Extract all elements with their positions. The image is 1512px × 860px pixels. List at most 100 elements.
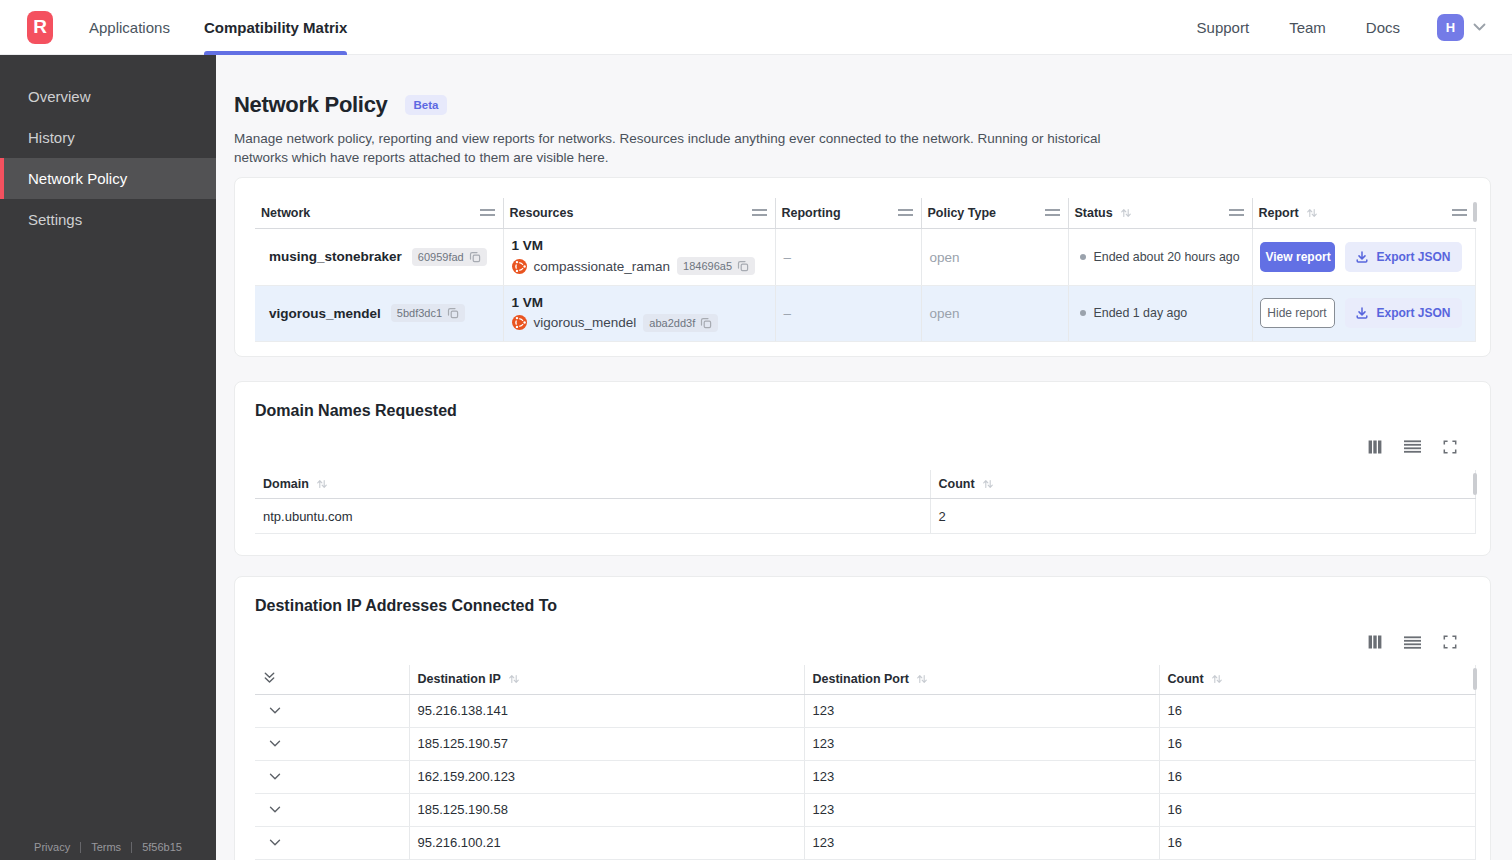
main-nav: Applications Compatibility Matrix [89, 0, 381, 55]
topbar: R Applications Compatibility Matrix Supp… [0, 0, 1512, 55]
col-header-destination-port[interactable]: Destination Port [804, 665, 1159, 694]
destination-row: 95.216.100.21 123 16 [255, 826, 1475, 859]
network-id-badge: 5bdf3dc1 [391, 304, 465, 322]
sidebar-item-settings[interactable]: Settings [0, 199, 216, 240]
sort-icon[interactable] [1211, 673, 1223, 685]
col-header-domain[interactable]: Domain [255, 470, 930, 499]
col-label: Domain [263, 477, 309, 491]
copy-icon[interactable] [700, 317, 712, 329]
beta-badge: Beta [405, 95, 448, 115]
col-header-expand-all[interactable] [255, 665, 409, 694]
row-expand-chevron-icon[interactable] [263, 707, 401, 715]
row-density-icon[interactable] [1404, 440, 1421, 453]
network-id: 60959fad [418, 251, 464, 263]
page-title: Network Policy [234, 92, 388, 118]
avatar[interactable]: H [1437, 14, 1464, 41]
col-header-count[interactable]: Count [930, 470, 1475, 499]
scrollbar-thumb[interactable] [1473, 473, 1477, 495]
fullscreen-icon[interactable] [1443, 440, 1457, 454]
sidebar: Overview History Network Policy Settings… [0, 55, 216, 860]
row-expand-chevron-icon[interactable] [263, 740, 401, 748]
domain-value: ntp.ubuntu.com [255, 499, 930, 534]
col-label: Network [261, 206, 310, 220]
sidebar-footer: Privacy Terms 5f56b15 [0, 841, 216, 853]
network-id-badge: 60959fad [412, 248, 487, 266]
export-json-button[interactable]: Export JSON [1345, 298, 1462, 328]
copy-icon[interactable] [447, 307, 459, 319]
sort-icon[interactable] [1306, 207, 1318, 219]
network-name: musing_stonebraker [269, 249, 402, 264]
sort-icon[interactable] [508, 673, 520, 685]
col-header-destination-ip[interactable]: Destination IP [409, 665, 804, 694]
nav-support[interactable]: Support [1197, 19, 1250, 36]
terms-link[interactable]: Terms [91, 841, 121, 853]
columns-icon[interactable] [1368, 440, 1382, 454]
sort-icon[interactable] [916, 673, 928, 685]
hide-report-button[interactable]: Hide report [1260, 298, 1335, 328]
sidebar-item-history[interactable]: History [0, 117, 216, 158]
column-drag-handle-icon[interactable] [1452, 209, 1467, 216]
network-row-selected[interactable]: vigorous_mendel5bdf3dc1 1 VMvigorous_men… [255, 285, 1475, 341]
destination-ip-value: 162.159.200.123 [409, 760, 804, 793]
col-header-report[interactable]: Report [1252, 198, 1475, 228]
col-label: Count [1168, 672, 1204, 686]
destination-port-value: 123 [804, 727, 1159, 760]
nav-team[interactable]: Team [1289, 19, 1326, 36]
nav-compatibility-matrix[interactable]: Compatibility Matrix [204, 0, 347, 55]
double-chevron-down-icon[interactable] [263, 670, 276, 689]
network-name: vigorous_mendel [269, 306, 381, 321]
nav-applications[interactable]: Applications [89, 0, 170, 55]
sort-icon[interactable] [1120, 207, 1132, 219]
copy-icon[interactable] [737, 260, 749, 272]
logo-letter: R [33, 16, 47, 38]
resource-id: 184696a5 [683, 260, 732, 272]
fullscreen-icon[interactable] [1443, 635, 1457, 649]
count-value: 16 [1159, 760, 1475, 793]
chevron-down-icon[interactable] [1473, 23, 1486, 31]
copy-icon[interactable] [469, 251, 481, 263]
sidebar-item-overview[interactable]: Overview [0, 76, 216, 117]
column-drag-handle-icon[interactable] [480, 209, 495, 216]
view-report-button[interactable]: View report [1260, 242, 1335, 272]
col-label: Destination IP [418, 672, 501, 686]
row-expand-chevron-icon[interactable] [263, 806, 401, 814]
export-json-button[interactable]: Export JSON [1345, 242, 1462, 272]
row-density-icon[interactable] [1404, 636, 1421, 649]
destination-ip-value: 95.216.138.141 [409, 694, 804, 727]
app-logo[interactable]: R [27, 11, 53, 44]
col-label: Status [1075, 206, 1113, 220]
scrollbar-thumb[interactable] [1473, 202, 1477, 222]
ubuntu-icon [512, 259, 527, 274]
col-label: Policy Type [928, 206, 997, 220]
column-drag-handle-icon[interactable] [752, 209, 767, 216]
scrollbar-thumb[interactable] [1473, 668, 1477, 690]
row-expand-chevron-icon[interactable] [263, 773, 401, 781]
destination-ip-value: 185.125.190.57 [409, 727, 804, 760]
col-header-count[interactable]: Count [1159, 665, 1475, 694]
sort-icon[interactable] [982, 478, 994, 490]
download-icon [1355, 306, 1369, 320]
export-label: Export JSON [1377, 250, 1451, 264]
column-drag-handle-icon[interactable] [1229, 209, 1244, 216]
nav-docs[interactable]: Docs [1366, 19, 1400, 36]
sort-icon[interactable] [316, 478, 328, 490]
count-value: 16 [1159, 826, 1475, 859]
columns-icon[interactable] [1368, 635, 1382, 649]
ubuntu-icon [512, 315, 527, 330]
privacy-link[interactable]: Privacy [34, 841, 70, 853]
col-header-status[interactable]: Status [1068, 198, 1252, 228]
column-drag-handle-icon[interactable] [898, 209, 913, 216]
column-drag-handle-icon[interactable] [1045, 209, 1060, 216]
domain-names-card: Domain Names Requested Domain Count ntp.… [234, 381, 1491, 557]
count-value: 2 [930, 499, 1475, 534]
status-dot [1080, 254, 1086, 260]
status-text: Ended about 20 hours ago [1094, 250, 1240, 264]
row-expand-chevron-icon[interactable] [263, 839, 401, 847]
sidebar-item-network-policy[interactable]: Network Policy [0, 158, 216, 199]
networks-table: Network Resources Reporting Policy Type … [255, 198, 1476, 342]
topbar-right: Support Team Docs H [1157, 14, 1486, 41]
network-row[interactable]: musing_stonebraker60959fad 1 VMcompassio… [255, 228, 1475, 285]
main-content: Network Policy Beta Manage network polic… [216, 55, 1512, 860]
destinations-table: Destination IP Destination Port Count 95… [255, 665, 1476, 860]
card-title: Destination IP Addresses Connected To [255, 597, 1475, 615]
